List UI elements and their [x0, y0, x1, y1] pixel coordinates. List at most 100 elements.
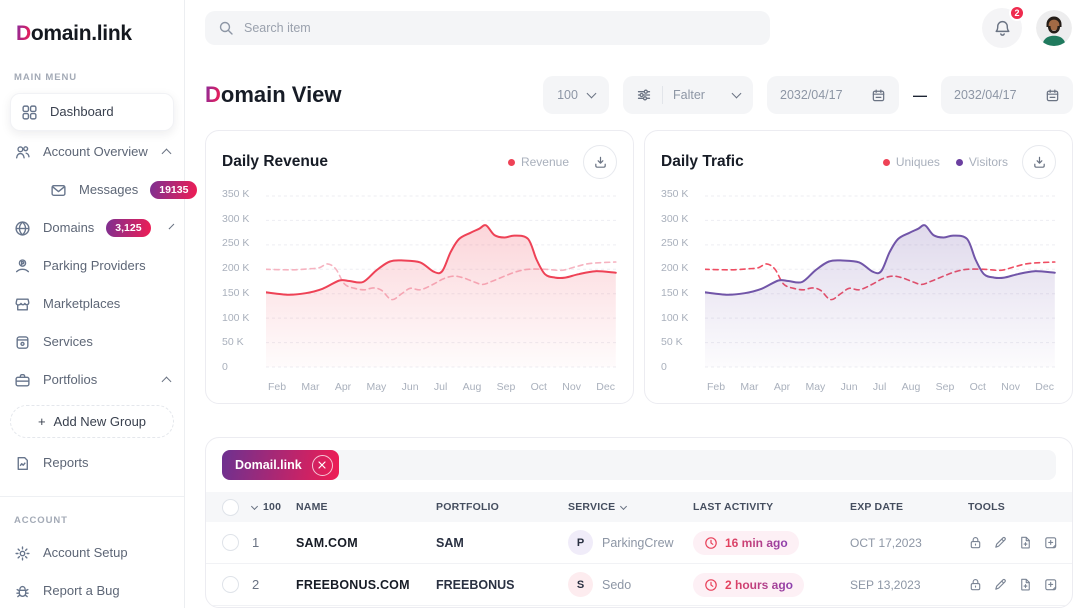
- x-axis-label: Apr: [774, 381, 790, 393]
- filter-tag-label: Domail.link: [235, 458, 302, 472]
- account-section-label: ACCOUNT: [0, 497, 184, 534]
- service-letter-badge: P: [568, 530, 593, 555]
- page-size-value: 100: [557, 88, 578, 102]
- x-axis-label: Nov: [1001, 381, 1020, 393]
- export-note-icon[interactable]: [1043, 577, 1058, 592]
- download-chart-button[interactable]: [583, 145, 617, 179]
- sidebar-item-reports[interactable]: Reports: [0, 444, 184, 482]
- date-from-picker[interactable]: 2032/04/17: [767, 76, 899, 114]
- y-axis-labels: 350 K300 K250 K200 K150 K100 K50 K0: [222, 187, 262, 373]
- edit-icon[interactable]: [993, 577, 1008, 592]
- bell-icon: [993, 19, 1012, 38]
- edit-icon[interactable]: [993, 535, 1008, 550]
- sidebar-item-services[interactable]: Services: [0, 323, 184, 361]
- y-axis-label: 50 K: [222, 337, 262, 348]
- row-checkbox[interactable]: [222, 534, 239, 551]
- x-axis-label: Nov: [562, 381, 581, 393]
- sidebar-item-label: Dashboard: [50, 103, 114, 121]
- sidebar-item-messages[interactable]: Messages 19135: [0, 171, 184, 209]
- domain-name[interactable]: FREEBONUS.COM: [296, 578, 436, 592]
- title-text: omain View: [221, 82, 342, 107]
- sidebar-item-account-setup[interactable]: Account Setup: [0, 534, 184, 572]
- export-note-icon[interactable]: [1043, 535, 1058, 550]
- x-axis-label: Dec: [596, 381, 615, 393]
- service-cell: S Sedo: [568, 572, 693, 597]
- legend-item-uniques: Uniques: [883, 155, 940, 169]
- sidebar-item-parking-providers[interactable]: Parking Providers: [0, 247, 184, 285]
- legend-item-revenue: Revenue: [508, 155, 569, 169]
- chart-legend: Uniques Visitors: [883, 155, 1008, 169]
- search-bar[interactable]: [205, 11, 770, 45]
- page-size-value: 100: [263, 501, 281, 513]
- topbar: 2: [185, 0, 1088, 56]
- column-header-portfolio: PORTFOLIO: [436, 501, 568, 513]
- x-axis-label: Aug: [463, 381, 482, 393]
- notifications-button[interactable]: 2: [982, 8, 1022, 48]
- add-new-group-button[interactable]: + Add New Group: [10, 405, 174, 438]
- domains-table-card: Domail.link 100 NAME PORTFOLIO SERVICE L…: [205, 437, 1073, 608]
- sidebar-item-dashboard[interactable]: Dashboard: [10, 93, 174, 131]
- chart-title: Daily Revenue: [222, 153, 328, 171]
- grid-icon: [21, 104, 38, 121]
- main-area: 2 Domain View 100 Falter 2032/04/17 —: [185, 0, 1088, 608]
- search-input[interactable]: [244, 21, 757, 35]
- date-to-picker[interactable]: 2032/04/17: [941, 76, 1073, 114]
- column-header-service[interactable]: SERVICE: [568, 501, 693, 513]
- y-axis-label: 100 K: [661, 313, 701, 324]
- mail-icon: [50, 182, 67, 199]
- page-size-select[interactable]: 100: [543, 76, 609, 114]
- legend-dot: [956, 159, 963, 166]
- y-axis-label: 200 K: [661, 263, 701, 274]
- column-header-exp-date: EXP DATE: [850, 501, 968, 513]
- store-icon: [14, 296, 31, 313]
- select-all-checkbox[interactable]: [222, 499, 239, 516]
- sliders-icon: [636, 87, 652, 103]
- filter-select[interactable]: Falter: [623, 76, 753, 114]
- x-axis-labels: FebMarAprMayJunJulAugSepOctNovDec: [705, 373, 1056, 393]
- page-title: Domain View: [205, 82, 342, 108]
- y-axis-label: 50 K: [661, 337, 701, 348]
- lock-icon[interactable]: [968, 577, 983, 592]
- sidebar-item-account-overview[interactable]: Account Overview: [0, 133, 184, 171]
- column-header-label: SERVICE: [568, 501, 615, 513]
- y-axis-label: 300 K: [661, 214, 701, 225]
- chevron-down-icon: [732, 89, 742, 99]
- x-axis-label: May: [805, 381, 825, 393]
- user-avatar[interactable]: [1036, 10, 1072, 46]
- users-icon: [14, 144, 31, 161]
- daily-trafic-chart: [705, 187, 1056, 373]
- row-number: 1: [252, 535, 296, 550]
- page-size-header[interactable]: 100: [252, 501, 296, 513]
- box-icon: [14, 334, 31, 351]
- sidebar-item-portfolios[interactable]: Portfolios: [0, 361, 184, 399]
- legend-dot: [508, 159, 515, 166]
- clock-icon: [704, 578, 718, 592]
- lock-icon[interactable]: [968, 535, 983, 550]
- chevron-up-icon: [162, 149, 172, 159]
- calendar-icon: [1045, 88, 1060, 103]
- sidebar-item-report-a-bug[interactable]: Report a Bug: [0, 572, 184, 608]
- service-name: ParkingCrew: [602, 536, 674, 550]
- legend-dot: [883, 159, 890, 166]
- last-activity-text: 2 hours ago: [725, 578, 793, 592]
- y-axis-label: 250 K: [661, 238, 701, 249]
- file-plus-icon[interactable]: [1018, 577, 1033, 592]
- sidebar-item-marketplaces[interactable]: Marketplaces: [0, 285, 184, 323]
- download-chart-button[interactable]: [1022, 145, 1056, 179]
- row-checkbox[interactable]: [222, 576, 239, 593]
- globe-icon: [14, 220, 31, 237]
- chart-body: 350 K300 K250 K200 K150 K100 K50 K0: [222, 187, 617, 373]
- file-plus-icon[interactable]: [1018, 535, 1033, 550]
- sidebar-item-domains[interactable]: Domains 3,125: [0, 209, 184, 247]
- filter-tag[interactable]: Domail.link: [222, 450, 339, 480]
- x-axis-label: Mar: [740, 381, 758, 393]
- y-axis-label: 0: [661, 362, 701, 373]
- domain-name[interactable]: SAM.COM: [296, 536, 436, 550]
- sidebar-item-label: Domains: [43, 219, 94, 237]
- chart-body: 350 K300 K250 K200 K150 K100 K50 K0: [661, 187, 1056, 373]
- plus-icon: +: [38, 414, 46, 429]
- x-axis-label: Sep: [936, 381, 955, 393]
- x-axis-label: Jun: [841, 381, 858, 393]
- sidebar-item-label: Report a Bug: [43, 582, 120, 600]
- remove-tag-button[interactable]: [312, 455, 333, 476]
